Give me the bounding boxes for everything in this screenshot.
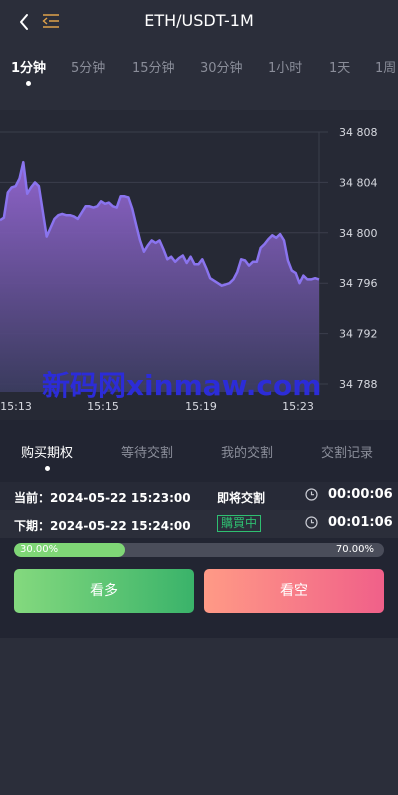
long-ratio-text: 30.00% xyxy=(20,544,59,555)
x-tick-label: 15:13 xyxy=(0,400,32,413)
tab-label: 15分钟 xyxy=(132,61,175,76)
y-tick-label: 34 804 xyxy=(339,176,378,189)
tab-label: 5分钟 xyxy=(71,61,106,76)
clock-icon xyxy=(305,488,318,501)
tab-label: 1小时 xyxy=(268,61,303,76)
tab-delivery-records[interactable]: 交割记录 xyxy=(321,442,373,461)
buy-short-button[interactable]: 看空 xyxy=(204,569,384,613)
y-tick-label: 34 796 xyxy=(339,277,378,290)
tab-buy-option[interactable]: 购买期权 xyxy=(21,442,74,471)
clock-icon xyxy=(305,516,318,529)
next-period-label: 下期：2024-05-22 15:24:00 xyxy=(14,519,191,533)
next-period-row: 下期：2024-05-22 15:24:00 購買中 00:01:06 xyxy=(0,510,398,538)
trade-panel: 购买期权 等待交割 我的交割 交割记录 当前：2024-05-22 15:23:… xyxy=(0,420,398,638)
active-tab-indicator xyxy=(44,466,50,471)
tab-label: 1分钟 xyxy=(11,61,47,76)
tab-label: 等待交割 xyxy=(121,446,174,461)
tab-1week[interactable]: 1周 xyxy=(375,57,396,76)
y-tick-label: 34 808 xyxy=(339,126,378,139)
y-tick-label: 34 800 xyxy=(339,227,378,240)
next-countdown: 00:01:06 xyxy=(328,515,393,530)
long-short-ratio-bar: 30.00% 70.00% xyxy=(14,543,384,557)
price-area xyxy=(0,162,319,392)
y-tick-label: 34 788 xyxy=(339,378,378,391)
trade-tabs: 购买期权 等待交割 我的交割 交割记录 xyxy=(0,420,398,480)
tab-1hour[interactable]: 1小时 xyxy=(268,57,302,76)
current-period-label: 当前：2024-05-22 15:23:00 xyxy=(14,491,191,505)
tab-label: 30分钟 xyxy=(200,61,243,76)
period-tabs: 1分钟 5分钟 15分钟 30分钟 1小时 1天 1周 xyxy=(0,44,398,90)
tab-1day[interactable]: 1天 xyxy=(329,57,350,76)
buying-status-badge: 購買中 xyxy=(217,515,262,532)
tab-label: 交割记录 xyxy=(321,446,374,461)
current-status: 即将交割 xyxy=(217,491,266,505)
tab-awaiting-delivery[interactable]: 等待交割 xyxy=(121,442,173,461)
tab-1min[interactable]: 1分钟 xyxy=(11,57,47,86)
tab-label: 我的交割 xyxy=(221,446,274,461)
watermark: 新码网xinmaw.com xyxy=(42,369,322,402)
active-tab-indicator xyxy=(26,81,32,86)
tab-15min[interactable]: 15分钟 xyxy=(132,57,175,76)
top-bar: ETH/USDT-1M xyxy=(0,0,398,44)
tab-label: 1周 xyxy=(375,61,397,76)
tab-label: 1天 xyxy=(329,61,351,76)
buy-long-button[interactable]: 看多 xyxy=(14,569,194,613)
empty-area xyxy=(0,638,398,795)
current-period-row: 当前：2024-05-22 15:23:00 即将交割 00:00:06 xyxy=(0,482,398,510)
tab-label: 购买期权 xyxy=(21,446,74,461)
current-countdown: 00:00:06 xyxy=(328,487,393,502)
y-tick-label: 34 792 xyxy=(339,328,378,341)
tab-30min[interactable]: 30分钟 xyxy=(200,57,243,76)
tab-my-delivery[interactable]: 我的交割 xyxy=(221,442,273,461)
short-ratio-text: 70.00% xyxy=(335,544,374,555)
page-title: ETH/USDT-1M xyxy=(144,11,254,30)
tab-5min[interactable]: 5分钟 xyxy=(71,57,105,76)
